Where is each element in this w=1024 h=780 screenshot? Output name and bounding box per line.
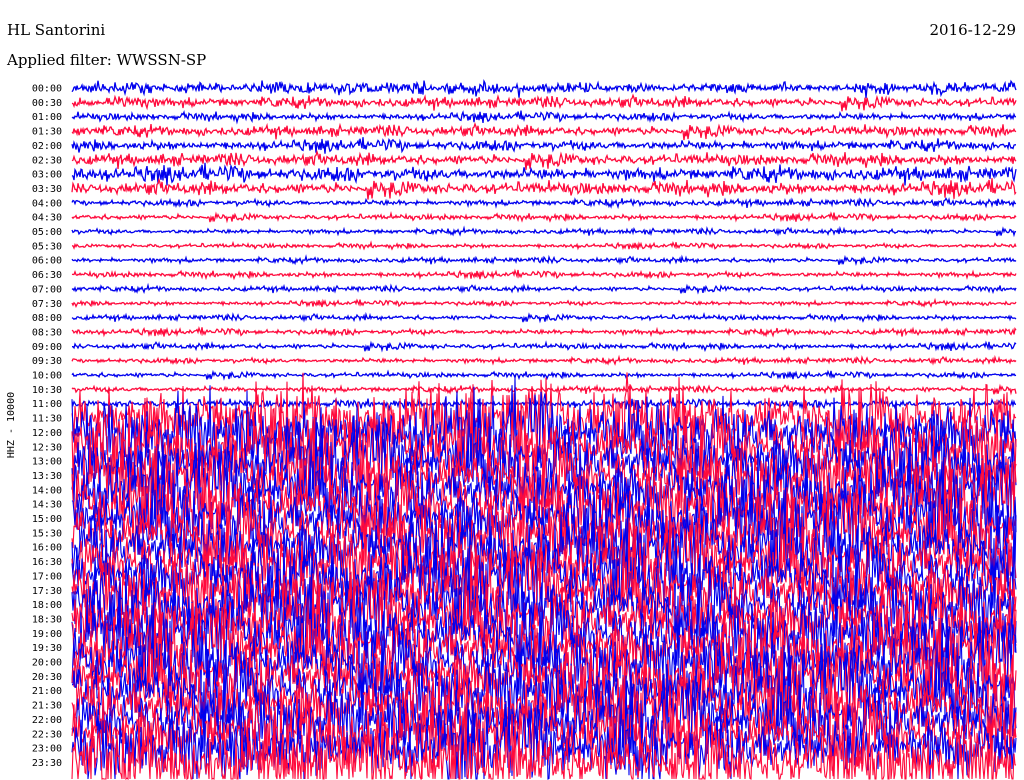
- trace-line: [71, 326, 1017, 338]
- trace-line: [71, 225, 1017, 238]
- time-label: 01:30: [32, 127, 62, 138]
- time-label: 07:00: [32, 284, 62, 295]
- trace-line: [71, 240, 1017, 251]
- trace-line: [71, 210, 1017, 224]
- trace-line: [71, 78, 1017, 99]
- time-label: 19:30: [32, 643, 62, 654]
- time-label: 10:30: [32, 385, 62, 396]
- time-axis-labels: 00:00 00:30 01:00 01:30 02:00 02:30 03:00 03:30…: [32, 84, 62, 769]
- trace-line: [71, 383, 1017, 396]
- time-label: 07:30: [32, 299, 62, 310]
- time-label: 18:30: [32, 614, 62, 625]
- time-label: 10:00: [32, 371, 62, 382]
- time-label: 11:00: [32, 399, 62, 410]
- trace-line: [71, 311, 1017, 324]
- trace-line: [71, 297, 1017, 309]
- channel-label: HHZ - 10000: [6, 392, 17, 458]
- time-label: 18:00: [32, 600, 62, 611]
- time-label: 04:30: [32, 213, 62, 224]
- time-label: 06:30: [32, 270, 62, 281]
- time-label: 14:00: [32, 485, 62, 496]
- time-label: 09:30: [32, 356, 62, 367]
- trace-line: [71, 162, 1017, 186]
- time-label: 21:30: [32, 701, 62, 712]
- trace-line: [71, 197, 1017, 210]
- trace-line: [71, 93, 1017, 112]
- trace-line: [71, 122, 1017, 141]
- time-label: 17:00: [32, 571, 62, 582]
- time-label: 03:30: [32, 184, 62, 195]
- trace-line: [71, 282, 1017, 295]
- time-label: 13:00: [32, 457, 62, 468]
- time-label: 02:00: [32, 141, 62, 152]
- time-label: 08:30: [32, 327, 62, 338]
- time-label: 00:30: [32, 98, 62, 109]
- time-label: 23:30: [32, 758, 62, 769]
- time-label: 16:00: [32, 543, 62, 554]
- time-label: 12:00: [32, 428, 62, 439]
- time-label: 22:00: [32, 715, 62, 726]
- time-label: 13:30: [32, 471, 62, 482]
- time-label: 03:00: [32, 170, 62, 181]
- time-label: 20:00: [32, 658, 62, 669]
- time-label: 16:30: [32, 557, 62, 568]
- trace-line: [71, 254, 1017, 266]
- time-label: 05:30: [32, 241, 62, 252]
- trace-line: [71, 268, 1017, 281]
- time-label: 23:00: [32, 744, 62, 755]
- trace-line: [71, 369, 1017, 381]
- time-label: 15:00: [32, 514, 62, 525]
- trace-line: [71, 354, 1017, 366]
- time-label: 11:30: [32, 414, 62, 425]
- seismogram-plot: 00:00 00:30 01:00 01:30 02:00 02:30 03:00 03:30…: [6, 78, 1017, 780]
- time-label: 22:30: [32, 729, 62, 740]
- time-label: 05:00: [32, 227, 62, 238]
- time-label: 00:00: [32, 84, 62, 95]
- trace-line: [72, 340, 1017, 353]
- time-label: 06:00: [32, 256, 62, 267]
- time-label: 19:00: [32, 629, 62, 640]
- time-label: 01:00: [32, 112, 62, 123]
- trace-line: [71, 177, 1017, 200]
- seismogram-traces: [71, 78, 1017, 780]
- time-label: 04:00: [32, 198, 62, 209]
- time-label: 15:30: [32, 528, 62, 539]
- time-label: 20:30: [32, 672, 62, 683]
- time-label: 21:00: [32, 686, 62, 697]
- trace-line: [71, 110, 1017, 125]
- time-label: 02:30: [32, 155, 62, 166]
- time-label: 17:30: [32, 586, 62, 597]
- time-label: 14:30: [32, 500, 62, 511]
- time-label: 08:00: [32, 313, 62, 324]
- trace-line: [71, 149, 1017, 170]
- trace-line: [71, 137, 1016, 154]
- time-label: 09:00: [32, 342, 62, 353]
- time-label: 12:30: [32, 442, 62, 453]
